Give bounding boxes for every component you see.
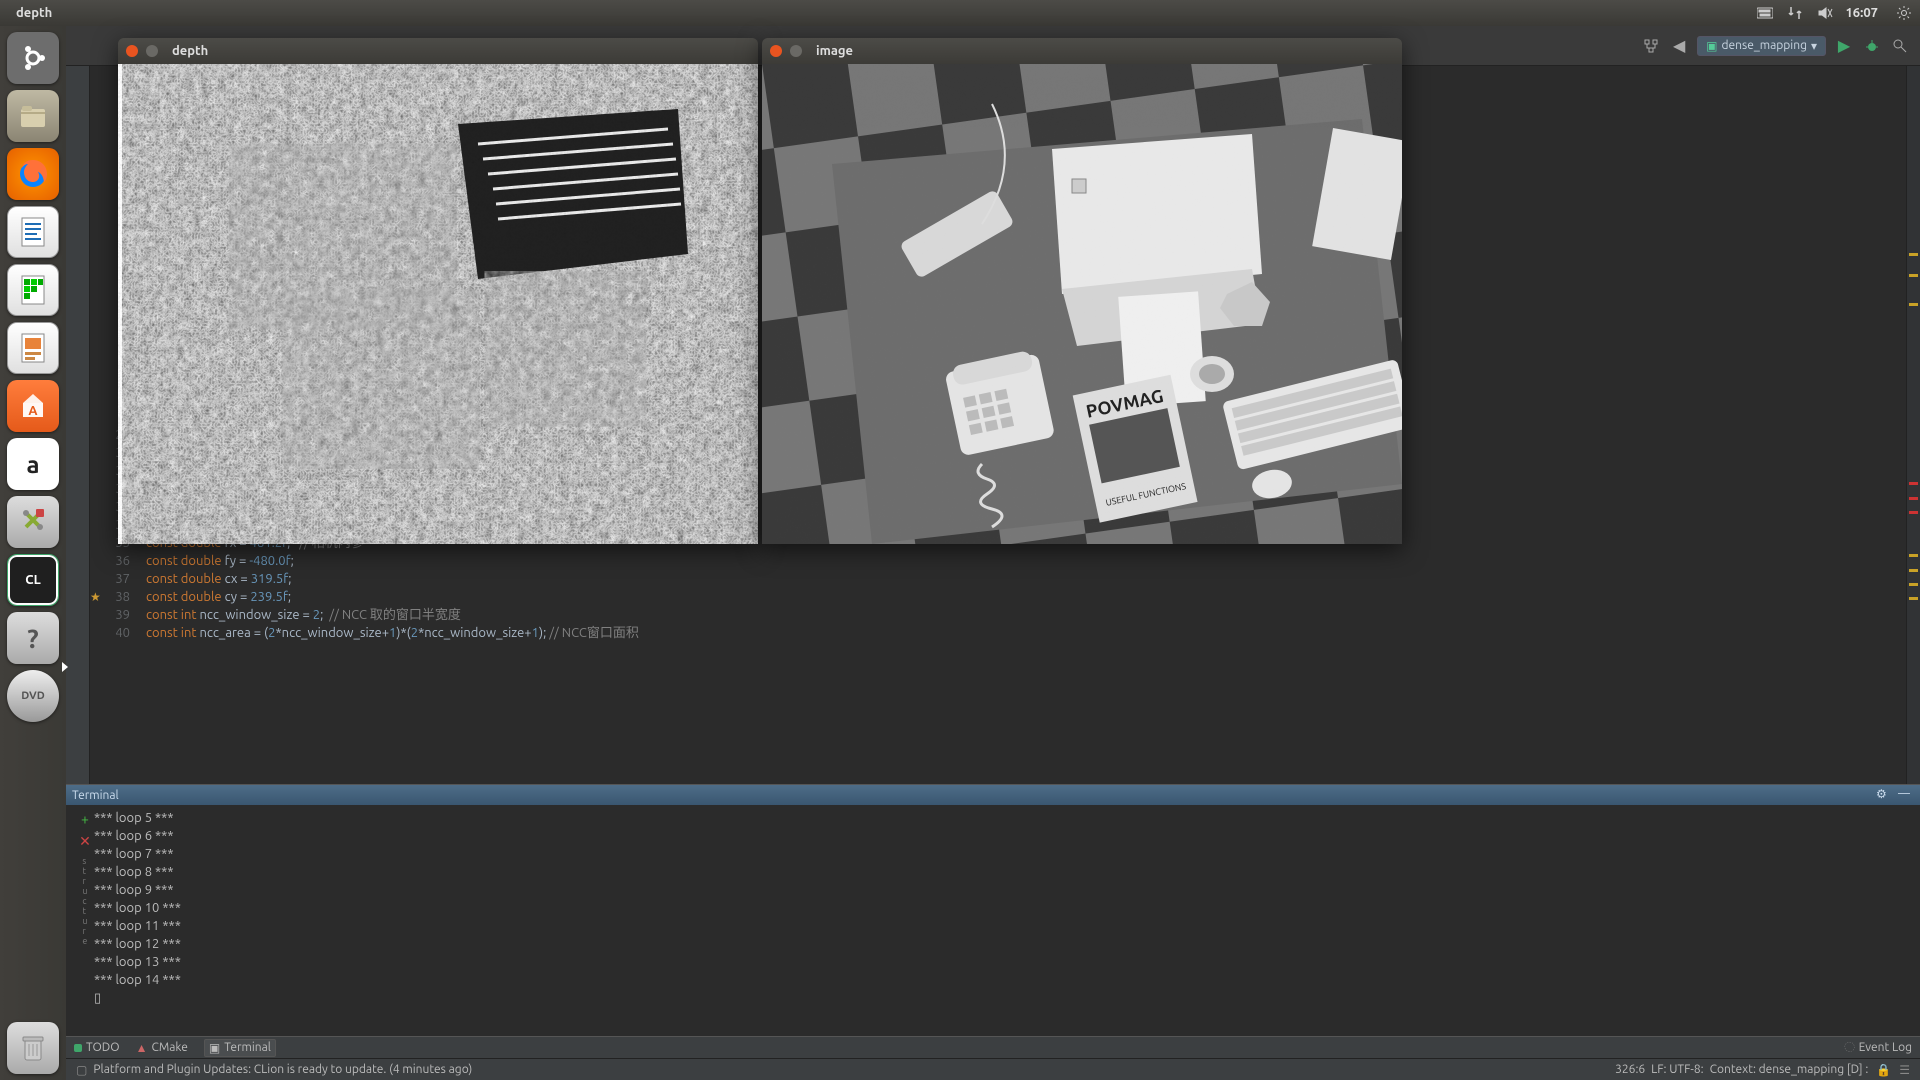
cmake-tool-tab[interactable]: ▲CMake — [136, 1041, 188, 1055]
launcher-writer-icon[interactable] — [7, 206, 59, 258]
clock[interactable]: 16:07 — [1845, 6, 1878, 20]
launcher-dvd-icon[interactable]: DVD — [7, 670, 59, 722]
minimize-icon[interactable] — [790, 45, 802, 57]
opencv-depth-window[interactable]: depth — [118, 38, 758, 544]
image-window-titlebar[interactable]: image — [762, 38, 1402, 64]
search-icon[interactable] — [1890, 36, 1910, 56]
status-message: Platform and Plugin Updates: CLion is re… — [93, 1063, 472, 1076]
launcher-firefox-icon[interactable] — [7, 148, 59, 200]
image-window-title: image — [816, 44, 853, 58]
hector-icon[interactable]: ☰ — [1899, 1063, 1910, 1077]
terminal-new-tab-icon[interactable]: + — [81, 811, 89, 827]
svg-text:A: A — [28, 404, 38, 418]
terminal-side-controls: + ✕ structure — [76, 809, 94, 1032]
close-icon[interactable] — [126, 45, 138, 57]
cursor-position: 326:6 — [1615, 1063, 1645, 1076]
close-icon[interactable] — [770, 45, 782, 57]
file-encoding: LF: UTF-8: — [1651, 1063, 1703, 1076]
terminal-tool-tab[interactable]: ▣Terminal — [204, 1039, 276, 1057]
depth-window-titlebar[interactable]: depth — [118, 38, 758, 64]
sound-indicator-icon[interactable] — [1815, 3, 1835, 23]
event-log-tool-tab[interactable]: ◌Event Log — [1844, 1041, 1912, 1054]
desktop: ◀ dense_mapping ▶ 29 30 31 32 33 34 35 — [0, 26, 1920, 1080]
launcher-calc-icon[interactable] — [7, 264, 59, 316]
lock-icon[interactable]: 🔒 — [1876, 1063, 1891, 1077]
run-button-icon[interactable]: ▶ — [1834, 36, 1854, 56]
image-view: POVMAG USEFUL FUNCTIONS — [762, 64, 1402, 544]
unity-launcher: A a CL ? DVD — [0, 26, 66, 1080]
ide-left-gutter[interactable] — [66, 66, 90, 784]
terminal-panel: Terminal ⚙ — + ✕ structure *** loop 5 **… — [66, 784, 1920, 1036]
opencv-image-window[interactable]: image — [762, 38, 1402, 544]
launcher-clion-icon[interactable]: CL — [7, 554, 59, 606]
back-icon[interactable]: ◀ — [1669, 36, 1689, 56]
depth-image-view — [118, 64, 758, 544]
ide-status-bar: ▢ Platform and Plugin Updates: CLion is … — [66, 1058, 1920, 1080]
run-context: Context: dense_mapping [D] : — [1710, 1063, 1869, 1076]
terminal-title: Terminal — [72, 789, 119, 802]
terminal-hide-icon[interactable]: — — [1898, 787, 1914, 803]
bottom-tool-tabs: TODO ▲CMake ▣Terminal ◌Event Log — [66, 1036, 1920, 1058]
depth-window-title: depth — [172, 44, 208, 58]
active-app-name: depth — [16, 6, 52, 20]
favorite-star-icon[interactable]: ★ — [90, 590, 108, 604]
launcher-help-icon[interactable]: ? — [7, 612, 59, 664]
terminal-gear-icon[interactable]: ⚙ — [1876, 787, 1892, 803]
editor-scroll-marks[interactable] — [1906, 66, 1920, 784]
launcher-software-icon[interactable]: A — [7, 380, 59, 432]
launcher-impress-icon[interactable] — [7, 322, 59, 374]
minimize-icon[interactable] — [146, 45, 158, 57]
terminal-side-misc: structure — [82, 856, 87, 946]
run-configuration-selector[interactable]: dense_mapping — [1697, 36, 1826, 56]
launcher-dash-icon[interactable] — [7, 32, 59, 84]
terminal-output[interactable]: *** loop 5 *** *** loop 6 *** *** loop 7… — [94, 809, 1910, 1032]
ubuntu-top-panel: depth 16:07 — [0, 0, 1920, 26]
launcher-files-icon[interactable] — [7, 90, 59, 142]
launcher-amazon-icon[interactable]: a — [7, 438, 59, 490]
terminal-header[interactable]: Terminal ⚙ — — [66, 785, 1920, 805]
structure-icon[interactable] — [1641, 36, 1661, 56]
debug-button-icon[interactable] — [1862, 36, 1882, 56]
launcher-settings-icon[interactable] — [7, 496, 59, 548]
terminal-close-tab-icon[interactable]: ✕ — [79, 833, 91, 850]
network-indicator-icon[interactable] — [1785, 3, 1805, 23]
launcher-trash-icon[interactable] — [7, 1022, 59, 1074]
todo-tool-tab[interactable]: TODO — [74, 1041, 120, 1054]
keyboard-indicator-icon[interactable] — [1755, 3, 1775, 23]
system-gear-icon[interactable] — [1894, 3, 1914, 23]
